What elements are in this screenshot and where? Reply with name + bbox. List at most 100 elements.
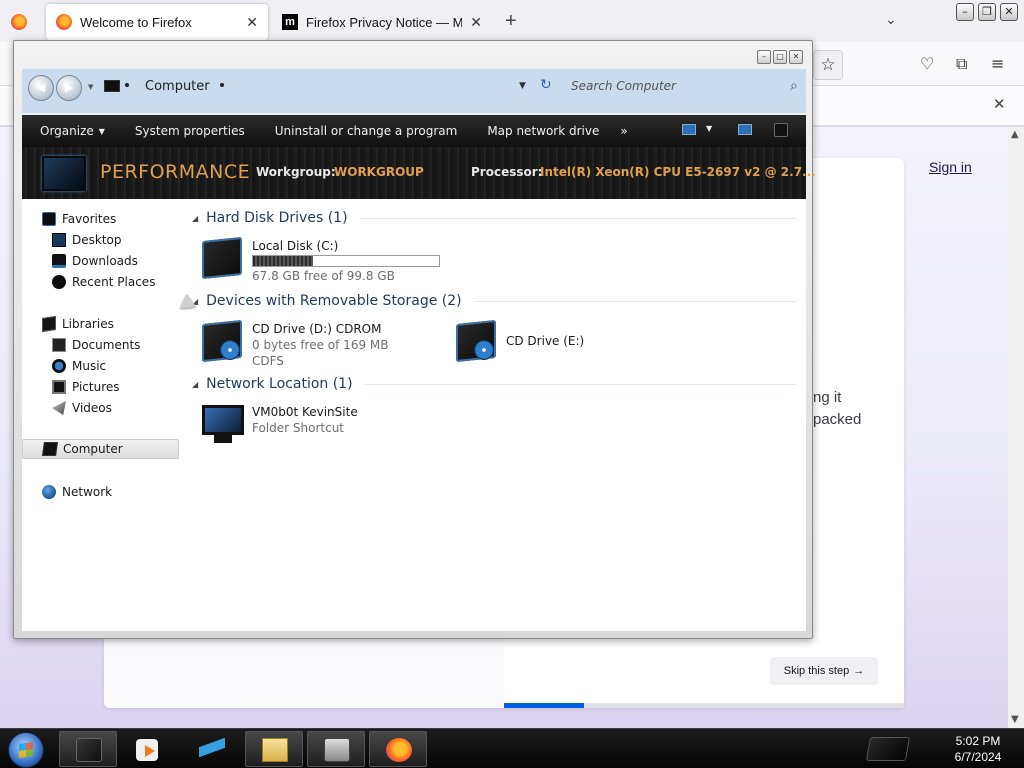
nav-item-pictures[interactable]: Pictures <box>52 377 120 397</box>
new-tab-button[interactable]: + <box>505 10 517 33</box>
drive-cd-d[interactable]: CD Drive (D:) CDROM 0 bytes free of 169 … <box>200 318 388 368</box>
breadcrumb-separator[interactable] <box>220 83 224 87</box>
details-banner: PERFORMANCE Workgroup: WORKGROUP Process… <box>22 147 816 199</box>
nav-item-network[interactable]: Network <box>42 482 112 502</box>
drive-cd-e[interactable]: CD Drive (E:) <box>454 318 584 363</box>
explorer-window: – □ ✕ ◀ ▶ ▼ Computer ▼ ↻ Search Computer… <box>13 40 816 639</box>
nav-item-music[interactable]: Music <box>52 356 106 376</box>
view-options-dropdown-icon[interactable]: ▼ <box>706 124 712 133</box>
drive-free-space: 0 bytes free of 169 MB <box>252 338 389 352</box>
clock-time: 5:02 PM <box>955 734 1001 748</box>
nav-item-desktop[interactable]: Desktop <box>52 230 122 250</box>
bookmark-star-icon[interactable]: ☆ <box>813 50 843 80</box>
help-icon[interactable] <box>774 123 788 137</box>
pocket-icon[interactable]: ♡ <box>920 54 934 73</box>
nav-item-favorites[interactable]: Favorites <box>42 209 116 229</box>
extensions-icon[interactable]: ⧉ <box>956 54 967 74</box>
tab-firefox-privacy-notice[interactable]: m Firefox Privacy Notice — Mozill ✕ <box>272 4 492 40</box>
nav-label: Computer <box>63 442 123 456</box>
search-input[interactable]: Search Computer <box>571 79 676 93</box>
page-scrollbar[interactable]: ▲ ▼ <box>1008 127 1024 728</box>
group-header-hard-disk[interactable]: ◢ Hard Disk Drives (1) <box>192 208 796 228</box>
explorer-maximize-button[interactable]: □ <box>773 50 787 64</box>
system-properties-button[interactable]: System properties <box>120 124 260 138</box>
pictures-icon <box>52 380 66 394</box>
breadcrumb-separator[interactable] <box>125 83 129 87</box>
chevron-down-icon: ▼ <box>98 126 105 136</box>
menu-icon[interactable]: ≡ <box>991 54 1004 73</box>
breadcrumb-computer[interactable]: Computer <box>145 79 210 94</box>
notification-close-icon[interactable]: ✕ <box>993 95 1006 113</box>
taskbar-device-app-button[interactable] <box>307 731 365 767</box>
device-icon <box>324 738 350 762</box>
drive-local-disk-c[interactable]: Local Disk (C:) 67.8 GB free of 99.8 GB <box>200 235 440 283</box>
taskbar-media-player-button[interactable] <box>120 731 178 767</box>
group-title: Devices with Removable Storage (2) <box>206 293 462 309</box>
uninstall-program-button[interactable]: Uninstall or change a program <box>260 124 473 138</box>
welcome-text-line: ng it <box>813 389 842 406</box>
nav-label: Videos <box>72 401 112 415</box>
music-icon <box>52 359 66 373</box>
nav-item-downloads[interactable]: Downloads <box>52 251 138 271</box>
onboarding-progress-fill <box>504 703 584 708</box>
collapse-arrow-icon[interactable]: ◢ <box>192 380 198 389</box>
computer-location-icon <box>104 80 120 92</box>
collapse-arrow-icon[interactable]: ◢ <box>192 214 198 223</box>
recent-pages-dropdown-icon[interactable]: ▼ <box>88 83 93 91</box>
explorer-minimize-button[interactable]: – <box>757 50 771 64</box>
computer-icon <box>42 442 58 456</box>
taskbar-explorer-button[interactable] <box>59 731 117 767</box>
group-header-network-location[interactable]: ◢ Network Location (1) <box>192 374 796 394</box>
more-commands-button[interactable]: » <box>614 124 627 138</box>
window-minimize-button[interactable]: – <box>956 3 974 21</box>
scroll-up-icon[interactable]: ▲ <box>1011 129 1019 140</box>
window-close-button[interactable]: ✕ <box>1000 3 1018 21</box>
firefox-app-icon[interactable] <box>11 14 27 30</box>
tab-welcome-to-firefox[interactable]: Welcome to Firefox ✕ <box>46 4 268 40</box>
firefox-tab-bar: Welcome to Firefox ✕ m Firefox Privacy N… <box>0 0 1024 42</box>
sign-in-link[interactable]: Sign in <box>929 159 972 175</box>
tab-close-icon[interactable]: ✕ <box>470 14 482 31</box>
organize-button[interactable]: Organize ▼ <box>22 124 120 138</box>
processor-label: Processor: <box>471 165 543 179</box>
start-button[interactable] <box>8 732 44 768</box>
network-location-item[interactable]: VM0b0t KevinSite Folder Shortcut <box>200 401 358 445</box>
nav-item-computer[interactable]: Computer <box>22 439 179 459</box>
group-title: Hard Disk Drives (1) <box>206 210 348 226</box>
explorer-close-button[interactable]: ✕ <box>789 50 803 64</box>
search-icon[interactable]: ⌕ <box>790 78 798 94</box>
nav-item-documents[interactable]: Documents <box>52 335 140 355</box>
back-button[interactable]: ◀ <box>28 75 54 101</box>
list-all-tabs-icon[interactable]: ⌄ <box>885 12 897 28</box>
favorites-icon <box>42 212 56 226</box>
change-view-icon[interactable] <box>682 124 696 135</box>
refresh-icon[interactable]: ↻ <box>540 77 552 93</box>
taskbar-folder-button[interactable] <box>245 731 303 767</box>
clock[interactable]: 5:02 PM 6/7/2024 <box>938 733 1018 765</box>
drive-name: VM0b0t KevinSite <box>252 405 358 419</box>
libraries-icon <box>42 316 56 332</box>
scroll-down-icon[interactable]: ▼ <box>1011 714 1019 725</box>
taskbar-bird-app-button[interactable] <box>183 731 241 767</box>
skip-this-step-button[interactable]: Skip this step → <box>770 657 878 685</box>
drive-filesystem: CDFS <box>252 354 284 368</box>
nav-item-recent-places[interactable]: Recent Places <box>52 272 155 292</box>
nav-item-videos[interactable]: Videos <box>52 398 112 418</box>
nav-item-libraries[interactable]: Libraries <box>42 314 114 334</box>
desktop-icon <box>52 233 66 247</box>
address-dropdown-icon[interactable]: ▼ <box>519 81 526 91</box>
tray-network-icon[interactable] <box>865 737 911 761</box>
group-header-removable-storage[interactable]: ◢ Devices with Removable Storage (2) <box>192 291 796 311</box>
map-network-drive-button[interactable]: Map network drive <box>472 124 614 138</box>
forward-button[interactable]: ▶ <box>56 75 82 101</box>
window-restore-button[interactable]: ❐ <box>978 3 996 21</box>
disk-usage-bar <box>252 255 440 267</box>
taskbar-firefox-button[interactable] <box>369 731 427 767</box>
nav-label: Music <box>72 359 107 373</box>
drive-details: Local Disk (C:) 67.8 GB free of 99.8 GB <box>252 235 440 283</box>
tab-close-icon[interactable]: ✕ <box>246 14 258 31</box>
group-title: Network Location (1) <box>206 376 353 392</box>
drive-name: CD Drive (D:) CDROM <box>252 322 382 336</box>
back-arrow-icon: ◀ <box>36 81 46 94</box>
preview-pane-icon[interactable] <box>738 124 752 135</box>
